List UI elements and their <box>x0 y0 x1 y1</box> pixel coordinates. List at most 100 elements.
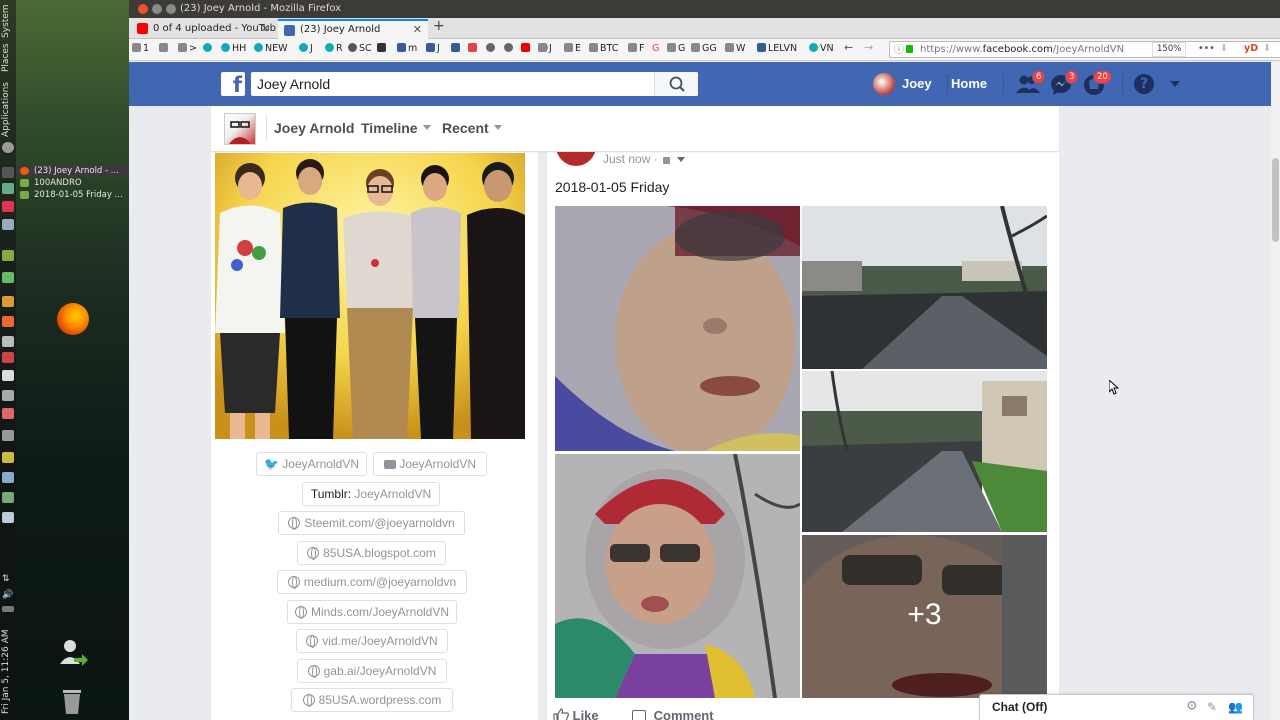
display-icon[interactable] <box>2 219 14 230</box>
group-chat-icon[interactable]: 👥 <box>1228 700 1243 714</box>
more-photos-tile[interactable]: +3 <box>802 535 1047 698</box>
tab-facebook[interactable]: (23) Joey Arnold ✕ <box>278 19 428 39</box>
system-menu[interactable]: System <box>1 4 11 38</box>
website-link[interactable]: medium.com/@joeyarnoldvn <box>277 570 467 594</box>
tumblr-link[interactable]: Tumblr: JoeyArnoldVN <box>302 482 440 506</box>
bookmark[interactable]: W <box>736 43 745 54</box>
search-input[interactable] <box>257 72 652 96</box>
chat-bar[interactable]: Chat (Off) ⚙ ✎ 👥 <box>979 694 1254 720</box>
bookmark[interactable]: R <box>336 43 343 54</box>
website-link[interactable]: 85USA.blogspot.com <box>297 541 446 565</box>
profile-avatar[interactable] <box>873 73 895 95</box>
search-button[interactable] <box>654 72 698 96</box>
battery-icon[interactable] <box>2 606 14 612</box>
new-tab-button[interactable]: + <box>433 18 445 34</box>
comment-button[interactable]: Comment <box>632 708 714 720</box>
youtube-link[interactable]: JoeyArnoldVN <box>373 452 487 476</box>
post-photo[interactable] <box>802 206 1047 369</box>
folder-icon[interactable] <box>2 250 14 261</box>
task-folder[interactable]: 100ANDRO <box>16 177 129 189</box>
compose-icon[interactable]: ✎ <box>1207 700 1217 714</box>
maximize-window-icon[interactable] <box>166 4 176 14</box>
lock-icon[interactable] <box>663 157 671 164</box>
scrollbar-thumb[interactable] <box>1272 158 1279 242</box>
website-link[interactable]: Minds.com/JoeyArnoldVN <box>287 600 457 624</box>
bookmark[interactable]: J <box>549 43 552 54</box>
bookmark[interactable]: J <box>437 43 440 54</box>
facebook-logo-icon[interactable]: f <box>221 72 245 96</box>
bookmark[interactable]: G <box>678 43 685 54</box>
clock[interactable]: Fri Jan 5, 11:26 AM <box>1 630 11 715</box>
folder-icon[interactable] <box>2 452 14 463</box>
record-icon[interactable] <box>2 352 14 363</box>
pocket-icon[interactable]: ⬇ <box>1220 43 1228 54</box>
zoom-indicator[interactable]: 150% <box>1152 42 1187 57</box>
bookmark[interactable]: E <box>575 43 581 54</box>
website-link[interactable]: 85USA.wordpress.com <box>291 688 453 712</box>
download-icon[interactable]: ⬇ <box>1263 43 1271 54</box>
recent-dropdown[interactable]: Recent <box>442 120 502 136</box>
profile-thumbnail[interactable] <box>224 113 256 145</box>
post-photo[interactable] <box>802 371 1047 532</box>
places-menu[interactable]: Places <box>1 43 11 72</box>
files-icon[interactable] <box>2 183 14 194</box>
store-icon[interactable] <box>2 316 14 327</box>
home-link[interactable]: Home <box>951 76 987 91</box>
bookmark[interactable]: NEW <box>265 43 288 54</box>
network-status-icon[interactable]: ⇅ <box>2 574 14 585</box>
app-icon[interactable] <box>2 512 14 523</box>
bookmark[interactable]: VN <box>820 43 834 54</box>
extension-icon[interactable]: yD <box>1244 43 1258 54</box>
back-icon[interactable]: ← <box>844 41 853 54</box>
featured-group-photo[interactable] <box>215 153 525 439</box>
firefox-desktop-icon[interactable] <box>57 303 89 335</box>
website-link[interactable]: vid.me/JoeyArnoldVN <box>296 629 448 653</box>
website-link[interactable]: Steemit.com/@joeyarnoldvn <box>278 511 465 535</box>
network-icon[interactable] <box>2 472 14 483</box>
bookmark[interactable]: m <box>408 43 417 54</box>
close-window-icon[interactable] <box>138 4 148 14</box>
bookmark[interactable]: GG <box>702 43 717 54</box>
close-tab-icon[interactable]: ✕ <box>413 21 422 38</box>
forward-icon[interactable]: → <box>864 41 873 54</box>
game-icon[interactable] <box>2 430 14 441</box>
like-button[interactable]: Like <box>553 708 599 720</box>
minimize-window-icon[interactable] <box>152 4 162 14</box>
help-icon[interactable] <box>2 142 14 153</box>
task-folder[interactable]: 2018-01-05 Friday ... <box>16 189 129 201</box>
spreadsheet-icon[interactable] <box>2 272 14 283</box>
bookmark[interactable]: BTC <box>600 43 618 54</box>
bookmark[interactable]: J <box>310 43 313 54</box>
trash-icon[interactable] <box>61 686 83 716</box>
account-menu-chevron-down-icon[interactable] <box>1170 81 1180 87</box>
audience-chevron-down-icon[interactable] <box>677 157 686 162</box>
bookmark[interactable]: 1 <box>143 43 149 54</box>
tab-youtube[interactable]: 0 of 4 uploaded - YouTub ✕ <box>131 19 276 39</box>
applications-menu[interactable]: Applications <box>1 82 11 137</box>
post-photo[interactable] <box>555 454 800 698</box>
image-icon[interactable] <box>2 408 14 419</box>
bookmark[interactable]: LELVN <box>768 43 797 54</box>
bookmark[interactable]: > <box>189 43 197 54</box>
editor-icon[interactable] <box>2 370 14 381</box>
app-icon[interactable] <box>2 201 14 212</box>
volume-icon[interactable]: 🔊 <box>2 590 14 601</box>
drive-icon[interactable] <box>2 390 14 401</box>
task-firefox[interactable]: (23) Joey Arnold - ... <box>16 165 129 177</box>
folder-icon[interactable] <box>2 296 14 307</box>
info-icon[interactable]: ⓘ <box>894 43 904 58</box>
twitter-link[interactable]: 🐦 JoeyArnoldVN <box>256 452 367 476</box>
bookmark[interactable]: HH <box>232 43 246 54</box>
profile-link[interactable]: Joey <box>902 76 932 91</box>
post-time[interactable]: Just now <box>603 152 650 166</box>
post-photo[interactable] <box>555 206 800 451</box>
page-actions-menu[interactable]: ••• <box>1198 43 1215 54</box>
close-tab-icon[interactable]: ✕ <box>261 19 270 38</box>
profile-name-link[interactable]: Joey Arnold <box>274 120 354 136</box>
website-link[interactable]: gab.ai/JoeyArnoldVN <box>297 659 447 683</box>
tool-icon[interactable] <box>2 336 14 347</box>
user-switch-icon[interactable] <box>60 638 88 668</box>
timeline-dropdown[interactable]: Timeline <box>361 120 431 136</box>
bookmark[interactable]: SC <box>359 43 372 54</box>
gear-icon[interactable]: ⚙ <box>1186 699 1198 714</box>
